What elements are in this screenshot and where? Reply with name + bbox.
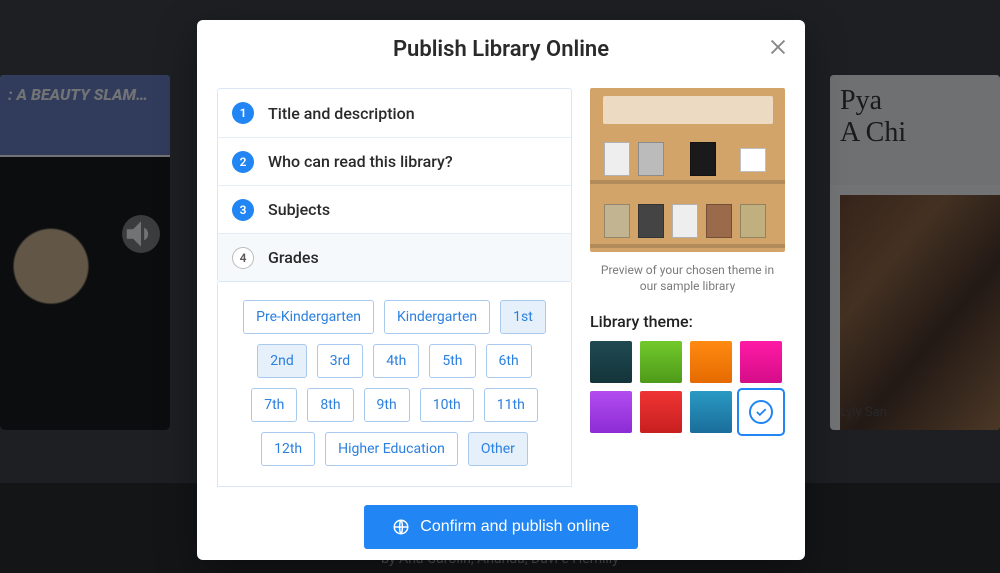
theme-swatch-red[interactable] — [640, 391, 682, 433]
step-label: Title and description — [268, 104, 415, 123]
preview-caption: Preview of your chosen theme in our samp… — [594, 262, 781, 294]
grade-chip[interactable]: 4th — [373, 344, 419, 378]
check-icon — [749, 400, 773, 424]
close-button[interactable] — [767, 36, 789, 58]
step-1[interactable]: 1 Title and description — [218, 89, 571, 137]
theme-swatches — [590, 341, 785, 433]
theme-swatch-orange[interactable] — [690, 341, 732, 383]
grade-chip[interactable]: Pre-Kindergarten — [243, 300, 374, 334]
modal-header: Publish Library Online — [197, 20, 805, 78]
step-badge: 4 — [232, 247, 254, 269]
grades-panel: Pre-Kindergarten Kindergarten 1st 2nd 3rd 4th… — [217, 282, 572, 487]
globe-icon — [392, 518, 410, 536]
grade-chip[interactable]: Kindergarten — [384, 300, 490, 334]
step-badge: 1 — [232, 102, 254, 124]
steps-accordion: 1 Title and description 2 Who can read this… — [217, 88, 572, 282]
theme-label: Library theme: — [590, 312, 785, 331]
grade-chip[interactable]: 5th — [429, 344, 475, 378]
modal-title: Publish Library Online — [393, 37, 609, 62]
step-label: Who can read this library? — [268, 152, 453, 171]
theme-swatch-blue[interactable] — [690, 391, 732, 433]
grade-chip[interactable]: 2nd — [257, 344, 307, 378]
grade-chip[interactable]: 12th — [261, 432, 315, 466]
publish-modal: Publish Library Online 1 Title and descri… — [197, 20, 805, 560]
close-icon — [767, 36, 789, 58]
grade-chip[interactable]: Higher Education — [325, 432, 458, 466]
step-label: Grades — [268, 248, 319, 267]
step-badge: 2 — [232, 151, 254, 173]
theme-preview — [590, 88, 785, 252]
theme-swatch-green[interactable] — [640, 341, 682, 383]
theme-swatch-magenta[interactable] — [740, 341, 782, 383]
confirm-publish-label: Confirm and publish online — [420, 518, 609, 536]
grade-chip[interactable]: 1st — [500, 300, 546, 334]
step-label: Subjects — [268, 200, 330, 219]
confirm-publish-button[interactable]: Confirm and publish online — [364, 505, 637, 549]
step-badge: 3 — [232, 199, 254, 221]
grade-chip[interactable]: 9th — [364, 388, 410, 422]
theme-swatch-wood[interactable] — [740, 391, 782, 433]
grade-chip[interactable]: 11th — [484, 388, 538, 422]
step-4[interactable]: 4 Grades — [218, 233, 571, 281]
grade-chip[interactable]: 6th — [486, 344, 532, 378]
grade-chip[interactable]: Other — [468, 432, 528, 466]
theme-swatch-teal-dark[interactable] — [590, 341, 632, 383]
step-2[interactable]: 2 Who can read this library? — [218, 137, 571, 185]
theme-swatch-purple[interactable] — [590, 391, 632, 433]
step-3[interactable]: 3 Subjects — [218, 185, 571, 233]
grade-chip[interactable]: 7th — [251, 388, 297, 422]
grade-chip[interactable]: 3rd — [317, 344, 363, 378]
grade-chip[interactable]: 10th — [420, 388, 474, 422]
grade-chip[interactable]: 8th — [307, 388, 353, 422]
